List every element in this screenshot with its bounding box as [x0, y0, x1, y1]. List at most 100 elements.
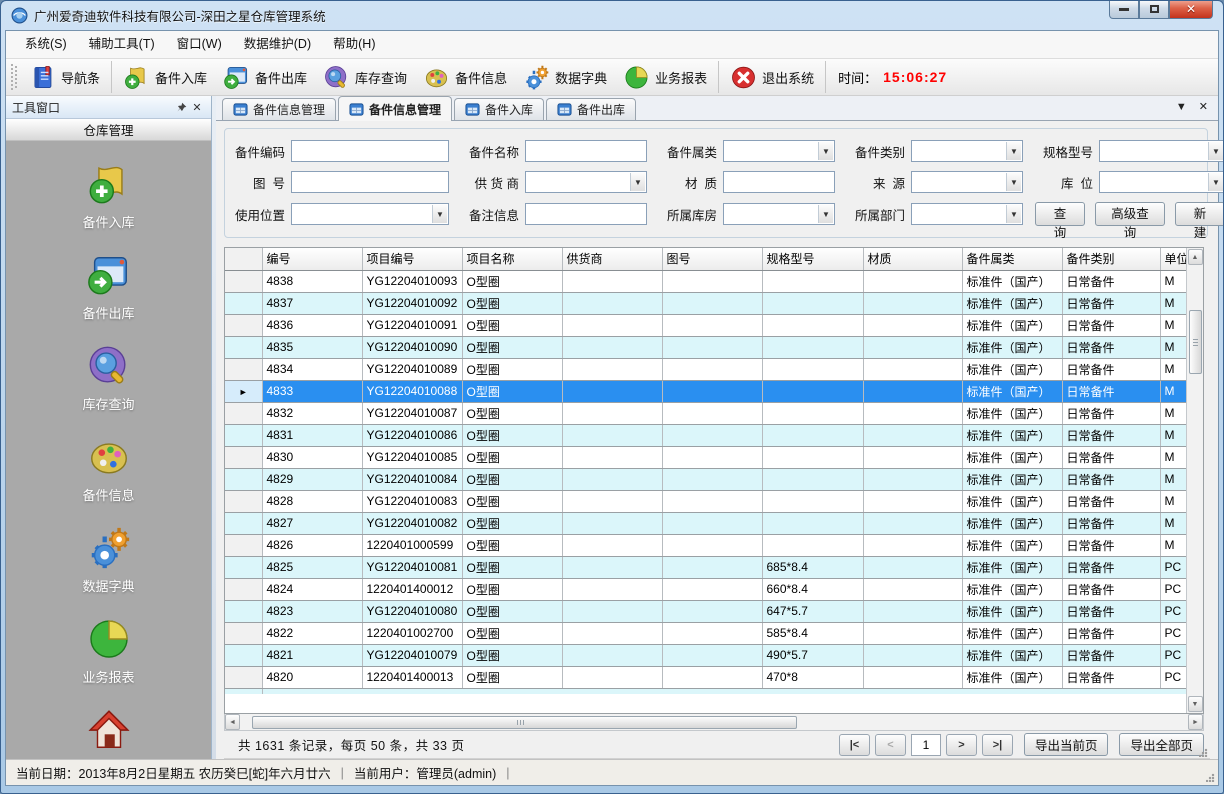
toolbar-grip[interactable]	[11, 64, 18, 90]
column-header[interactable]: 规格型号	[762, 248, 863, 270]
row-selector[interactable]: ►	[225, 314, 262, 336]
query-button[interactable]: 查询	[1035, 202, 1085, 226]
next-page-button[interactable]: >	[946, 734, 977, 756]
advanced-query-button[interactable]: 高级查询	[1095, 202, 1165, 226]
column-header[interactable]: 备件属类	[962, 248, 1062, 270]
horizontal-scrollbar[interactable]: ◄ ►	[224, 714, 1204, 731]
row-selector[interactable]: ►	[225, 424, 262, 446]
warehouse-group-caption[interactable]: 仓库管理	[6, 119, 211, 141]
page-number-input[interactable]	[911, 734, 941, 756]
sidebar-item[interactable]: 备件入库	[6, 161, 211, 231]
last-page-button[interactable]: >|	[982, 734, 1013, 756]
row-selector[interactable]: ►	[225, 644, 262, 666]
row-selector[interactable]: ►	[225, 556, 262, 578]
row-selector[interactable]: ►	[225, 666, 262, 688]
column-header[interactable]: 备件类别	[1062, 248, 1160, 270]
sidebar-item[interactable]: 数据字典	[6, 525, 211, 595]
tab-list-chevron-down-icon[interactable]: ▼	[1176, 100, 1187, 114]
row-selector[interactable]: ►	[225, 578, 262, 600]
row-selector[interactable]: ►	[225, 446, 262, 468]
column-header[interactable]: 项目编号	[362, 248, 462, 270]
scroll-right-icon[interactable]: ►	[1188, 714, 1203, 730]
field-control[interactable]: ▼	[911, 203, 1023, 225]
sidebar-item[interactable]: 业务报表	[6, 616, 211, 686]
row-selector[interactable]: ►	[225, 468, 262, 490]
prev-page-button[interactable]: <	[875, 734, 906, 756]
column-header[interactable]: 编号	[262, 248, 362, 270]
minimize-button[interactable]	[1109, 0, 1139, 19]
close-panel-icon[interactable]: ✕	[189, 99, 205, 115]
sidebar-item[interactable]: 备件出库	[6, 252, 211, 322]
table-row[interactable]: ► 4827 YG12204010082 O型圈	[225, 512, 1204, 534]
table-row[interactable]: ► 4831 YG12204010086 O型圈	[225, 424, 1204, 446]
row-selector[interactable]: ►	[225, 534, 262, 556]
new-button[interactable]: 新建	[1175, 202, 1224, 226]
field-control[interactable]: ▼	[911, 171, 1023, 193]
toolbar-button[interactable]: 备件入库	[111, 61, 215, 93]
horizontal-scroll-thumb[interactable]	[252, 716, 797, 729]
menu-item[interactable]: 帮助(H)	[322, 31, 386, 58]
title-bar[interactable]: 广州爱奇迪软件科技有限公司-深田之星仓库管理系统 ✕	[5, 1, 1219, 30]
menu-item[interactable]: 系统(S)	[14, 31, 78, 58]
toolbar-button[interactable]: 数据字典	[515, 61, 615, 93]
column-header[interactable]: 材质	[863, 248, 962, 270]
scroll-left-icon[interactable]: ◄	[225, 714, 240, 730]
toolbar-button[interactable]: 备件信息	[415, 61, 515, 93]
menu-item[interactable]: 窗口(W)	[166, 31, 233, 58]
field-control[interactable]: ▼	[291, 203, 449, 225]
table-row[interactable]: ► 4823 YG12204010080 O型圈 647*5.7	[225, 600, 1204, 622]
row-selector[interactable]: ►	[225, 512, 262, 534]
table-row[interactable]: ► 4836 YG12204010091 O型圈	[225, 314, 1204, 336]
maximize-button[interactable]	[1139, 0, 1169, 19]
row-selector[interactable]: ►	[225, 622, 262, 644]
field-control[interactable]: ▼	[911, 140, 1023, 162]
field-control[interactable]: ▼	[525, 171, 647, 193]
export-current-page-button[interactable]: 导出当前页	[1024, 733, 1109, 756]
field-control[interactable]: ▼	[723, 203, 835, 225]
table-row[interactable]: ► 4826 1220401000599 O型圈	[225, 534, 1204, 556]
column-header[interactable]: 项目名称	[462, 248, 562, 270]
document-tab[interactable]: 备件入库	[454, 98, 544, 120]
document-tab[interactable]: 备件信息管理	[222, 98, 336, 120]
row-selector[interactable]: ►	[225, 380, 262, 402]
document-tab[interactable]: 备件出库	[546, 98, 636, 120]
table-row[interactable]: ► 4822 1220401002700 O型圈 585*8.4	[225, 622, 1204, 644]
row-selector[interactable]: ►	[225, 402, 262, 424]
field-control[interactable]: ▼	[291, 171, 449, 193]
toolbar-button[interactable]: 业务报表	[615, 61, 715, 93]
vertical-scroll-thumb[interactable]	[1189, 310, 1202, 374]
table-row[interactable]: ► 4837 YG12204010092 O型圈	[225, 292, 1204, 314]
field-control[interactable]: ▼	[723, 140, 835, 162]
toolbar-button[interactable]: 备件出库	[215, 61, 315, 93]
column-header[interactable]: 图号	[662, 248, 762, 270]
field-control[interactable]: ▼	[525, 140, 647, 162]
sidebar-item[interactable]: 备件信息	[6, 434, 211, 504]
table-row[interactable]: ► 4838 YG12204010093 O型圈	[225, 270, 1204, 292]
toolbar-button[interactable]: 库存查询	[315, 61, 415, 93]
pin-icon[interactable]	[173, 99, 189, 115]
row-selector[interactable]: ►	[225, 490, 262, 512]
field-control[interactable]: ▼	[291, 140, 449, 162]
table-row[interactable]: ► 4821 YG12204010079 O型圈 490*5.7	[225, 644, 1204, 666]
table-row[interactable]: ► 4828 YG12204010083 O型圈	[225, 490, 1204, 512]
table-row[interactable]: ► 4825 YG12204010081 O型圈 685*8.4	[225, 556, 1204, 578]
document-tab[interactable]: 备件信息管理	[338, 96, 452, 121]
table-row[interactable]: ► 4830 YG12204010085 O型圈	[225, 446, 1204, 468]
row-selector[interactable]: ►	[225, 270, 262, 292]
field-control[interactable]: ▼	[1099, 140, 1224, 162]
toolbar-button[interactable]: 退出系统	[718, 61, 822, 93]
menu-item[interactable]: 辅助工具(T)	[78, 31, 166, 58]
table-row[interactable]: ► 4834 YG12204010089 O型圈	[225, 358, 1204, 380]
row-selector-header[interactable]	[225, 248, 262, 270]
tab-close-icon[interactable]: ✕	[1199, 100, 1208, 114]
scroll-down-icon[interactable]: ▼	[1188, 696, 1203, 712]
toolbar-button[interactable]: 导航条	[21, 61, 108, 93]
field-control[interactable]: ▼	[525, 203, 647, 225]
vertical-scrollbar[interactable]: ▲ ▼	[1186, 248, 1203, 713]
table-row[interactable]: ► 4835 YG12204010090 O型圈	[225, 336, 1204, 358]
field-control[interactable]: ▼	[1099, 171, 1224, 193]
field-control[interactable]: ▼	[723, 171, 835, 193]
sidebar-item[interactable]: 库存查询	[6, 343, 211, 413]
sidebar-item[interactable]: 库房管理	[6, 707, 211, 759]
row-selector[interactable]: ►	[225, 358, 262, 380]
